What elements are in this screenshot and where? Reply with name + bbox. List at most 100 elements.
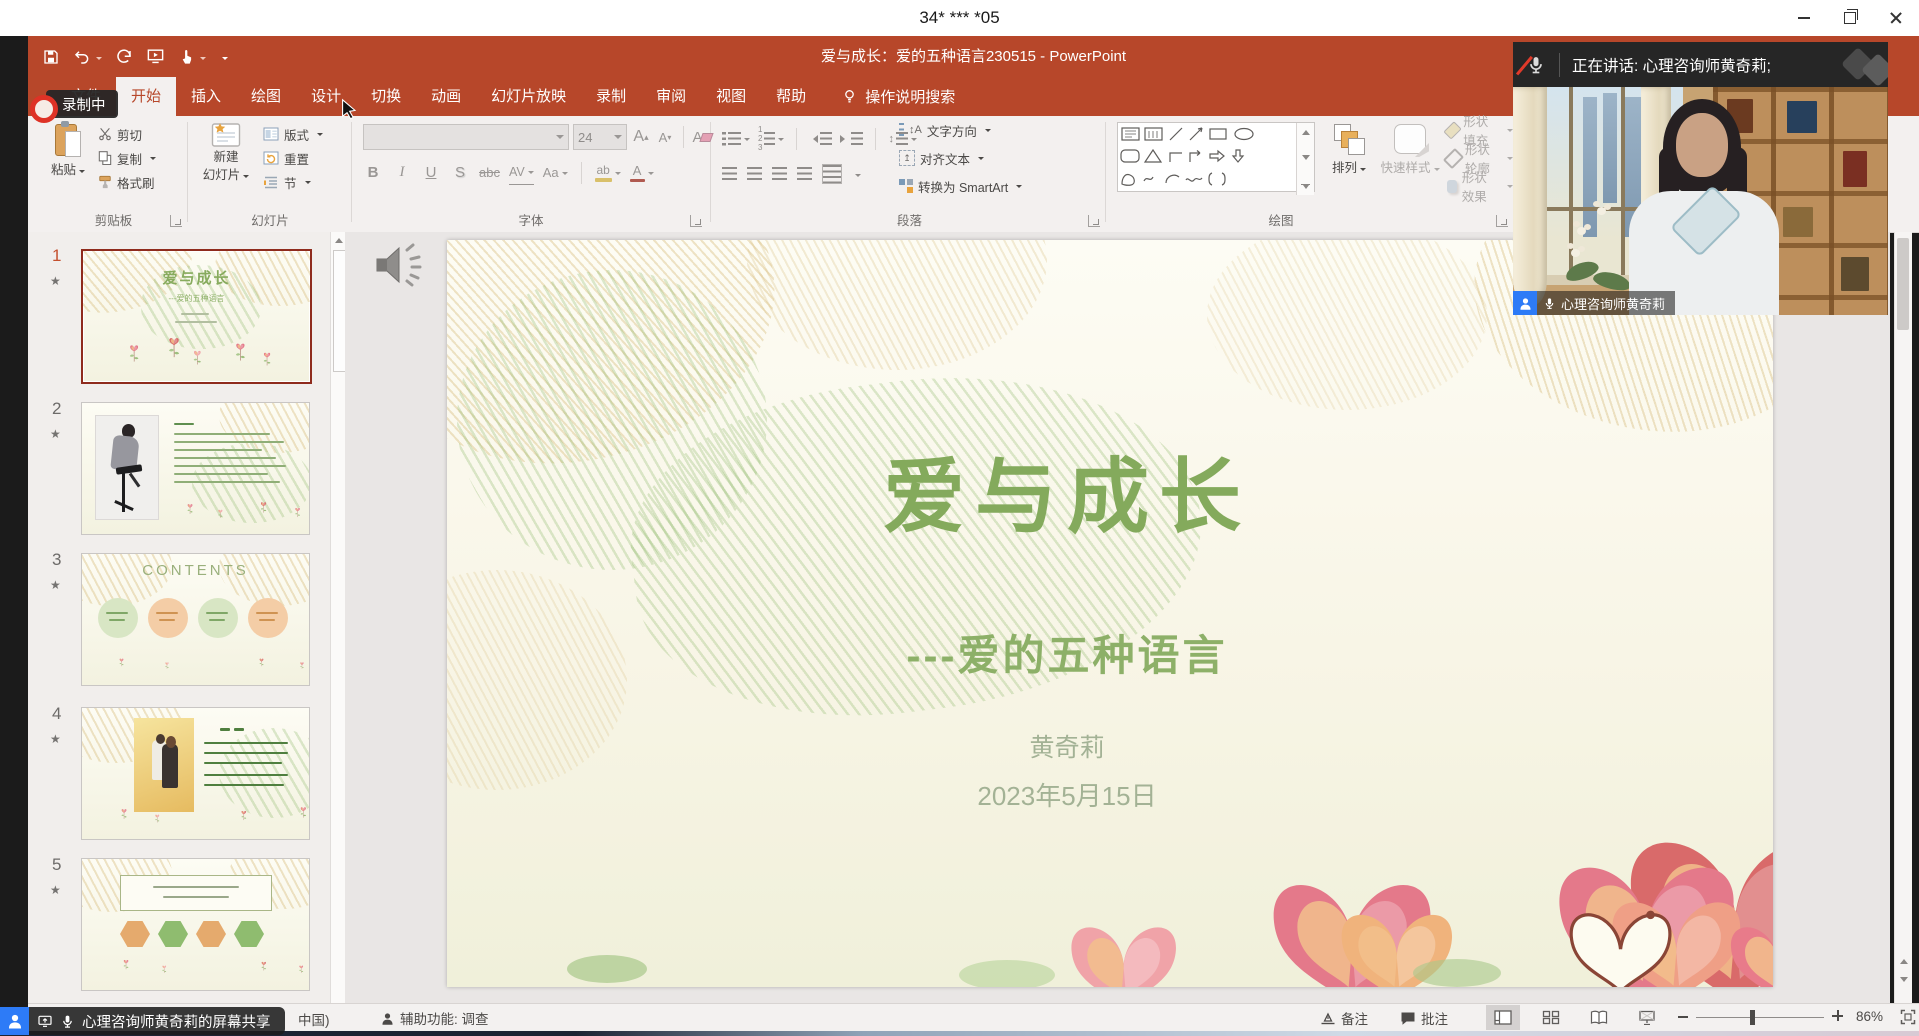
thumb5-hexagon	[234, 921, 264, 947]
tab-record[interactable]: 录制	[581, 77, 641, 116]
clear-formatting-button[interactable]: A	[692, 125, 712, 149]
slide-editing-area[interactable]: 爱与成长 ---爱的五种语言 黄奇莉 2023年5月15日	[345, 232, 1890, 1004]
group-label-paragraph: 段落	[714, 210, 1105, 229]
zoom-slider-thumb[interactable]	[1750, 1010, 1755, 1025]
font-size-combo[interactable]: 24	[573, 124, 627, 150]
highlight-color-button[interactable]: ab	[595, 161, 621, 185]
reading-view-button[interactable]	[1582, 1005, 1616, 1030]
main-vertical-scrollbar[interactable]	[1894, 232, 1912, 1004]
thumbnail-slide-4[interactable]	[81, 707, 310, 840]
next-slide-button[interactable]	[1895, 977, 1912, 986]
shapes-gallery-scrollbar[interactable]	[1296, 123, 1314, 195]
language-indicator[interactable]: 中国)	[298, 1009, 330, 1029]
minimize-button[interactable]	[1781, 0, 1827, 36]
reset-button[interactable]: 重置	[263, 146, 323, 170]
save-icon[interactable]	[42, 48, 60, 66]
font-dialog-launcher[interactable]	[690, 215, 702, 227]
character-spacing-button[interactable]: AV	[509, 160, 534, 185]
comments-button[interactable]: 批注	[1400, 1008, 1448, 1028]
thumbnail-panel-scrollbar[interactable]	[330, 232, 346, 1004]
font-name-combo[interactable]	[363, 124, 569, 150]
section-button[interactable]: 节	[263, 170, 323, 194]
copy-button[interactable]: 复制	[98, 146, 156, 170]
grow-font-button[interactable]: A▴	[631, 125, 651, 149]
participant-video[interactable]: 心理咨询师黄奇莉	[1513, 87, 1888, 315]
quick-styles-button[interactable]: 快速样式	[1379, 124, 1441, 176]
align-right-button[interactable]	[772, 167, 787, 181]
slide-title[interactable]: 爱与成长	[447, 430, 1687, 549]
tab-review[interactable]: 审阅	[641, 77, 701, 116]
text-shadow-button[interactable]: S	[450, 161, 470, 185]
align-left-button[interactable]	[722, 167, 737, 181]
zoom-slider-track[interactable]	[1696, 1017, 1824, 1018]
font-color-button[interactable]: A	[630, 161, 654, 185]
bullets-button[interactable]	[722, 132, 750, 147]
previous-slide-button[interactable]	[1895, 955, 1912, 964]
panel-scroll-up-icon[interactable]	[331, 234, 346, 243]
tab-draw[interactable]: 绘图	[236, 77, 296, 116]
italic-button[interactable]: I	[392, 161, 412, 185]
zoom-out-button[interactable]	[1678, 1016, 1688, 1018]
normal-view-button[interactable]	[1486, 1005, 1520, 1030]
thumb3-circle	[248, 598, 288, 638]
strikethrough-button[interactable]: abc	[479, 161, 500, 185]
screen-share-indicator[interactable]: 心理咨询师黄奇莉的屏幕共享	[0, 1007, 285, 1035]
tab-view[interactable]: 视图	[701, 77, 761, 116]
numbering-button[interactable]: 123	[758, 126, 784, 152]
main-scrollbar-thumb[interactable]	[1897, 238, 1909, 330]
touch-mode-button[interactable]	[178, 48, 206, 66]
convert-smartart-button[interactable]: 转换为 SmartArt	[899, 174, 1022, 198]
slideshow-view-button[interactable]	[1630, 1005, 1664, 1030]
drawing-dialog-launcher[interactable]	[1496, 215, 1508, 227]
underline-button[interactable]: U	[421, 161, 441, 185]
cut-button[interactable]: 剪切	[98, 122, 156, 146]
slide-canvas[interactable]: 爱与成长 ---爱的五种语言 黄奇莉 2023年5月15日	[447, 240, 1773, 987]
thumb4-flowers	[82, 803, 309, 840]
accessibility-checker[interactable]: 辅助功能: 调查	[380, 1008, 489, 1028]
shapes-gallery[interactable]	[1117, 122, 1315, 192]
thumbnail-slide-2[interactable]	[81, 402, 310, 535]
undo-button[interactable]	[73, 48, 102, 66]
audio-speaker-icon[interactable]	[371, 242, 433, 288]
restore-icon	[1844, 12, 1856, 24]
redo-icon[interactable]	[115, 48, 133, 66]
thumbnail-slide-3[interactable]: CONTENTS	[81, 553, 310, 686]
start-slideshow-icon[interactable]	[146, 47, 165, 66]
shrink-font-button[interactable]: A▾	[655, 125, 675, 149]
paste-button[interactable]: 粘贴	[46, 122, 90, 178]
tab-transitions[interactable]: 切换	[356, 77, 416, 116]
layout-button[interactable]: 版式	[263, 122, 323, 146]
tab-slideshow[interactable]: 幻灯片放映	[476, 77, 581, 116]
text-direction-button[interactable]: ↕A文字方向	[899, 118, 1022, 142]
increase-indent-button[interactable]	[840, 132, 863, 146]
restore-button[interactable]	[1827, 0, 1873, 36]
close-button[interactable]	[1873, 0, 1919, 36]
decrease-indent-button[interactable]	[809, 132, 832, 146]
notes-button[interactable]: 备注	[1320, 1008, 1368, 1028]
close-icon	[1890, 12, 1902, 24]
new-slide-button[interactable]: 新建 幻灯片	[195, 122, 257, 183]
tab-help[interactable]: 帮助	[761, 77, 821, 116]
thumbnail-slide-5[interactable]	[81, 858, 310, 991]
thumbnail-slide-1[interactable]: 爱与成长 ---爱的五种语言	[81, 249, 312, 384]
shape-effects-button[interactable]: 形状效果	[1447, 174, 1513, 198]
clipboard-dialog-launcher[interactable]	[170, 215, 182, 227]
customize-qat-icon[interactable]	[219, 48, 228, 66]
tab-insert[interactable]: 插入	[176, 77, 236, 116]
fit-slide-to-window-button[interactable]	[1900, 1009, 1916, 1025]
change-case-button[interactable]: Aa	[543, 161, 568, 185]
format-painter-button[interactable]: 格式刷	[98, 170, 156, 194]
add-remove-columns-button[interactable]	[822, 164, 842, 184]
bold-button[interactable]: B	[363, 161, 383, 185]
zoom-in-button[interactable]	[1832, 1010, 1843, 1021]
slide-subtitle[interactable]: ---爱的五种语言	[447, 622, 1687, 683]
arrange-button[interactable]: 排列	[1323, 124, 1375, 176]
justify-button[interactable]	[797, 167, 812, 181]
align-text-button[interactable]: ↥对齐文本	[899, 146, 1022, 170]
zoom-level[interactable]: 86%	[1856, 1009, 1883, 1024]
slide-sorter-view-button[interactable]	[1534, 1005, 1568, 1030]
tab-animations[interactable]: 动画	[416, 77, 476, 116]
tab-home[interactable]: 开始	[116, 77, 176, 116]
align-center-button[interactable]	[747, 167, 762, 181]
tell-me-search[interactable]: 操作说明搜索	[829, 77, 967, 116]
